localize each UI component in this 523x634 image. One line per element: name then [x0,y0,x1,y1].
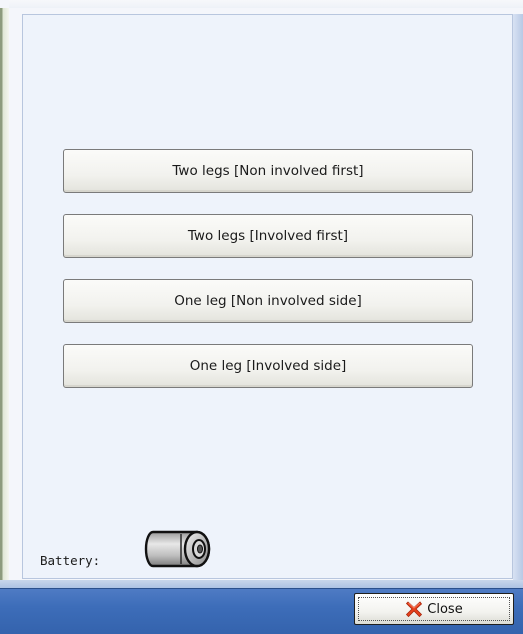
battery-icon [144,530,211,568]
two-legs-involved-first-button[interactable]: Two legs [Involved first] [63,214,473,258]
two-legs-non-involved-first-button[interactable]: Two legs [Non involved first] [63,149,473,193]
red-x-icon [406,601,423,618]
window-left-edge [0,8,9,598]
one-leg-involved-side-button[interactable]: One leg [Involved side] [63,344,473,388]
window-right-edge [513,14,523,592]
close-button-label: Close [427,601,463,617]
battery-label: Battery: [40,553,101,568]
one-leg-non-involved-side-button[interactable]: One leg [Non involved side] [63,279,473,323]
window-top-edge [9,0,523,8]
close-button[interactable]: Close [354,593,514,625]
app-window: Two legs [Non involved first] Two legs [… [0,0,523,634]
